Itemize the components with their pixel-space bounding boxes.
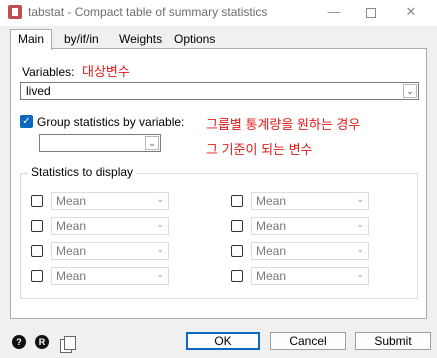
copy-icon bbox=[60, 336, 76, 353]
statistic-checkbox-4[interactable] bbox=[231, 220, 243, 232]
tab-by-if-in[interactable]: by/if/in bbox=[59, 30, 104, 48]
statistic-select-5[interactable]: Mean ⌄ bbox=[51, 242, 169, 260]
maximize-icon bbox=[366, 7, 376, 18]
chevron-down-icon: ⌄ bbox=[156, 194, 164, 204]
chevron-down-icon: ⌄ bbox=[356, 194, 364, 204]
statistic-value: Mean bbox=[56, 269, 87, 283]
ok-button[interactable]: OK bbox=[186, 332, 260, 350]
statistic-checkbox-3[interactable] bbox=[31, 220, 43, 232]
chevron-down-icon: ⌄ bbox=[356, 244, 364, 254]
statistic-select-1[interactable]: Mean ⌄ bbox=[51, 192, 169, 210]
chevron-down-icon: ⌄ bbox=[156, 269, 164, 279]
statistic-select-4[interactable]: Mean ⌄ bbox=[251, 217, 369, 235]
chevron-down-icon[interactable]: ⌄ bbox=[145, 136, 159, 150]
reset-button[interactable]: R bbox=[35, 335, 49, 349]
close-button[interactable]: ✕ bbox=[397, 2, 425, 22]
tab-main[interactable]: Main bbox=[10, 29, 52, 50]
variables-annotation: 대상변수 bbox=[82, 64, 130, 79]
group-annotation-line1: 그룹별 통계량을 원하는 경우 bbox=[206, 117, 361, 132]
variables-value: lived bbox=[26, 84, 51, 98]
statistic-checkbox-6[interactable] bbox=[231, 245, 243, 257]
variables-label: Variables: bbox=[22, 65, 75, 79]
chevron-down-icon: ⌄ bbox=[356, 219, 364, 229]
statistic-select-8[interactable]: Mean ⌄ bbox=[251, 267, 369, 285]
chevron-down-icon: ⌄ bbox=[356, 269, 364, 279]
statistic-value: Mean bbox=[256, 269, 287, 283]
minimize-button[interactable]: — bbox=[320, 2, 348, 22]
statistic-select-7[interactable]: Mean ⌄ bbox=[51, 267, 169, 285]
group-statistics-checkbox[interactable]: ✓ bbox=[20, 115, 33, 128]
statistic-checkbox-7[interactable] bbox=[31, 270, 43, 282]
statistic-checkbox-5[interactable] bbox=[31, 245, 43, 257]
cancel-button[interactable]: Cancel bbox=[270, 332, 346, 350]
group-statistics-label: Group statistics by variable: bbox=[37, 115, 185, 129]
help-button[interactable]: ? bbox=[12, 335, 26, 349]
chevron-down-icon: ⌄ bbox=[156, 244, 164, 254]
chevron-down-icon[interactable]: ⌄ bbox=[403, 84, 417, 98]
tab-weights[interactable]: Weights bbox=[114, 30, 167, 48]
chevron-down-icon: ⌄ bbox=[156, 219, 164, 229]
statistic-checkbox-2[interactable] bbox=[231, 195, 243, 207]
statistic-checkbox-8[interactable] bbox=[231, 270, 243, 282]
statistic-select-3[interactable]: Mean ⌄ bbox=[51, 217, 169, 235]
statistic-select-2[interactable]: Mean ⌄ bbox=[251, 192, 369, 210]
group-annotation-line2: 그 기준이 되는 변수 bbox=[206, 142, 313, 157]
statistic-value: Mean bbox=[56, 244, 87, 258]
statistic-checkbox-1[interactable] bbox=[31, 195, 43, 207]
variables-input[interactable]: lived ⌄ bbox=[20, 82, 419, 100]
statistic-value: Mean bbox=[56, 194, 87, 208]
statistics-legend: Statistics to display bbox=[28, 165, 137, 179]
maximize-button[interactable] bbox=[357, 2, 385, 22]
submit-button[interactable]: Submit bbox=[355, 332, 431, 350]
statistic-value: Mean bbox=[256, 244, 287, 258]
group-variable-select[interactable]: ⌄ bbox=[39, 134, 161, 152]
statistic-value: Mean bbox=[256, 194, 287, 208]
copy-command-button[interactable] bbox=[60, 336, 76, 353]
statistic-value: Mean bbox=[56, 219, 87, 233]
statistic-select-6[interactable]: Mean ⌄ bbox=[251, 242, 369, 260]
stata-app-icon bbox=[8, 5, 22, 19]
tab-options[interactable]: Options bbox=[169, 30, 220, 48]
window-title: tabstat - Compact table of summary stati… bbox=[28, 5, 268, 19]
statistic-value: Mean bbox=[256, 219, 287, 233]
